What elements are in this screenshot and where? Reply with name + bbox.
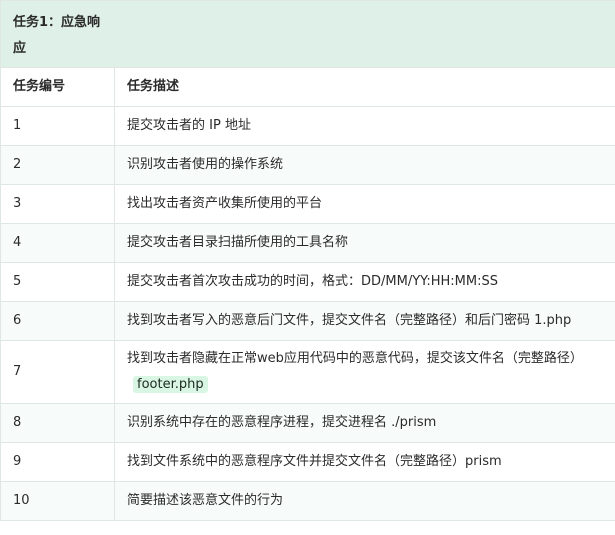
task-id: 3 [0,184,115,224]
task-desc-cell: 找到攻击者隐藏在正常web应用代码中的恶意代码，提交该文件名（完整路径） foot… [114,340,615,404]
task-desc: 简要描述该恶意文件的行为 [114,481,615,521]
task-id: 4 [0,223,115,263]
table-row: 4 提交攻击者目录扫描所使用的工具名称 [0,223,615,263]
table-title: 任务1：应急响应 [13,15,101,56]
table-title-row: 任务1：应急响应 [0,0,615,68]
table-row: 1 提交攻击者的 IP 地址 [0,106,615,146]
table-row: 5 提交攻击者首次攻击成功的时间，格式：DD/MM/YY:HH:MM:SS [0,262,615,302]
table-row: 10 简要描述该恶意文件的行为 [0,481,615,521]
task-desc: 识别系统中存在的恶意程序进程，提交进程名 ./prism [114,403,615,443]
table-row: 7 找到攻击者隐藏在正常web应用代码中的恶意代码，提交该文件名（完整路径） fo… [0,340,615,404]
task-desc: 提交攻击者目录扫描所使用的工具名称 [114,223,615,263]
table-row: 3 找出攻击者资产收集所使用的平台 [0,184,615,224]
table-title-cell: 任务1：应急响应 [0,0,615,68]
task-id: 5 [0,262,115,302]
task-table: 任务1：应急响应 任务编号 任务描述 1 提交攻击者的 IP 地址 2 识别攻击… [0,0,615,521]
column-header-desc: 任务描述 [114,67,615,107]
task-desc: 找到攻击者写入的恶意后门文件，提交文件名（完整路径）和后门密码 1.php [114,301,615,341]
page: 任务1：应急响应 任务编号 任务描述 1 提交攻击者的 IP 地址 2 识别攻击… [0,0,615,535]
table-row: 9 找到文件系统中的恶意程序文件并提交文件名（完整路径）prism [0,442,615,482]
task-desc: 识别攻击者使用的操作系统 [114,145,615,185]
task-id: 8 [0,403,115,443]
table-row: 8 识别系统中存在的恶意程序进程，提交进程名 ./prism [0,403,615,443]
task-id: 7 [0,340,115,404]
inline-code: footer.php [133,376,208,393]
task-desc: 找出攻击者资产收集所使用的平台 [114,184,615,224]
task-desc: 找到文件系统中的恶意程序文件并提交文件名（完整路径）prism [114,442,615,482]
table-header-row: 任务编号 任务描述 [0,67,615,107]
table-row: 2 识别攻击者使用的操作系统 [0,145,615,185]
task-desc: 提交攻击者首次攻击成功的时间，格式：DD/MM/YY:HH:MM:SS [114,262,615,302]
task-desc: 找到攻击者隐藏在正常web应用代码中的恶意代码，提交该文件名（完整路径） [127,351,583,366]
task-desc: 提交攻击者的 IP 地址 [114,106,615,146]
column-header-id: 任务编号 [0,67,115,107]
table-row: 6 找到攻击者写入的恶意后门文件，提交文件名（完整路径）和后门密码 1.php [0,301,615,341]
task-id: 9 [0,442,115,482]
task-id: 2 [0,145,115,185]
task-id: 1 [0,106,115,146]
task-id: 6 [0,301,115,341]
task-id: 10 [0,481,115,521]
